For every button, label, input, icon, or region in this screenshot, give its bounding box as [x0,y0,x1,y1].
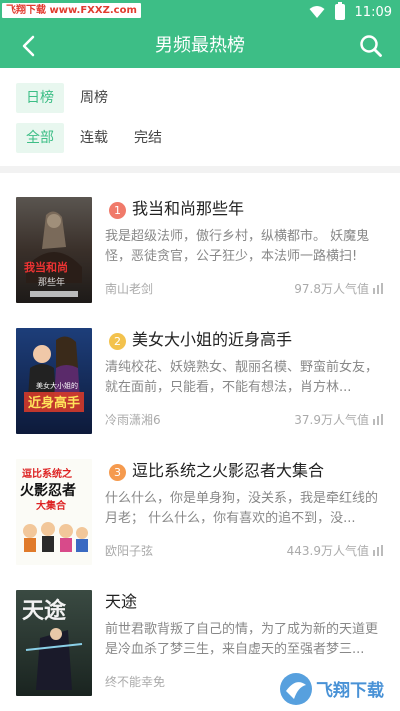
svg-text:火影忍者: 火影忍者 [20,483,76,499]
search-icon [360,35,382,57]
rank-badge: 2 [109,333,126,350]
book-popularity: 37.9万人气值 [294,411,383,428]
popularity-value: 443.9万人气值 [286,544,369,558]
bar-chart-icon [373,414,383,425]
cover-art: 我当和尚 那些年 [16,197,92,303]
book-popularity: 97.8万人气值 [294,280,383,297]
book-description: 什么什么，你是单身狗，没关系，我是牵红线的月老； 什么什么，你有喜欢的追不到，没… [105,491,379,526]
section-divider [0,166,400,173]
popularity-value: 97.8万人气值 [294,282,369,296]
watermark-label: 飞翔下载 www.FXXZ.com [2,3,141,18]
page-title: 男频最热榜 [155,35,245,56]
svg-text:天途: 天途 [22,598,67,624]
filter-finished[interactable]: 完结 [124,123,172,153]
book-description: 清纯校花、妖娆熟女、靓丽名模、野蛮前女友，就在面前，只能看，不能有想法，肖方林.… [105,360,379,395]
nav-bar: 男频最热榜 [0,24,400,68]
book-author: 冷雨潇湘6 [105,413,161,427]
svg-text:大集合: 大集合 [36,499,67,512]
rank-badge: 1 [109,202,126,219]
svg-text:美女大小姐的: 美女大小姐的 [36,381,78,390]
period-filter: 日榜 周榜 [16,83,118,113]
book-title[interactable]: 天途 [105,590,137,614]
bar-chart-icon [373,283,383,294]
back-button[interactable] [12,30,44,62]
book-author: 终不能幸免 [105,675,166,689]
filter-weekly[interactable]: 周榜 [70,83,118,113]
book-author: 欧阳子弦 [105,544,154,558]
svg-text:近身高手: 近身高手 [28,395,80,411]
book-cover[interactable]: 我当和尚 那些年 [16,197,92,303]
watermark-logo: 飞翔下载 [276,669,396,709]
filter-all[interactable]: 全部 [16,123,64,153]
chevron-left-icon [22,35,35,57]
svg-text:那些年: 那些年 [38,276,65,288]
bar-chart-icon [373,545,383,556]
status-bar: 飞翔下载 www.FXXZ.com 11:09 [0,0,400,24]
book-cover[interactable]: 天途 [16,590,92,696]
book-cover[interactable]: 逗比系统之 火影忍者 大集合 [16,459,92,565]
book-title[interactable]: 逗比系统之火影忍者大集合 [132,459,324,483]
status-time: 11:09 [354,4,392,20]
battery-icon [334,2,345,20]
state-filter: 全部 连载 完结 [16,123,172,153]
book-title[interactable]: 美女大小姐的近身高手 [132,328,292,352]
book-author: 南山老剑 [105,282,154,296]
search-button[interactable] [356,31,386,61]
wifi-icon [309,6,325,18]
book-item[interactable]: 逗比系统之 火影忍者 大集合 3 逗比系统之火影忍者大集合 什么什么，你是单身狗… [0,459,400,591]
status-right: 11:09 [309,2,392,21]
svg-text:飞翔下载: 飞翔下载 [316,680,384,701]
cover-art: 逗比系统之 火影忍者 大集合 [16,459,92,565]
svg-text:我当和尚: 我当和尚 [24,260,68,274]
cover-art: 天途 [16,590,92,696]
svg-text:逗比系统之: 逗比系统之 [22,467,72,480]
popularity-value: 37.9万人气值 [294,413,369,427]
cover-art: 近身高手 美女大小姐的 [16,328,92,434]
book-description: 我是超级法师，傲行乡村，纵横都市。 妖魔鬼怪，恶徒贪官，公子狂少，本法师一路横扫… [105,229,370,264]
filter-ongoing[interactable]: 连载 [70,123,118,153]
book-cover[interactable]: 近身高手 美女大小姐的 [16,328,92,434]
filter-daily[interactable]: 日榜 [16,83,64,113]
rank-badge: 3 [109,464,126,481]
book-item[interactable]: 近身高手 美女大小姐的 2 美女大小姐的近身高手 清纯校花、妖娆熟女、靓丽名模、… [0,328,400,460]
book-item[interactable]: 我当和尚 那些年 1 我当和尚那些年 我是超级法师，傲行乡村，纵横都市。 妖魔鬼… [0,197,400,329]
book-popularity: 443.9万人气值 [287,542,383,559]
book-title[interactable]: 我当和尚那些年 [132,197,244,221]
book-description: 前世君歌背叛了自己的情，为了成为新的天道更是冷血杀了梦三生，来自虚天的至强者梦三… [105,622,379,657]
